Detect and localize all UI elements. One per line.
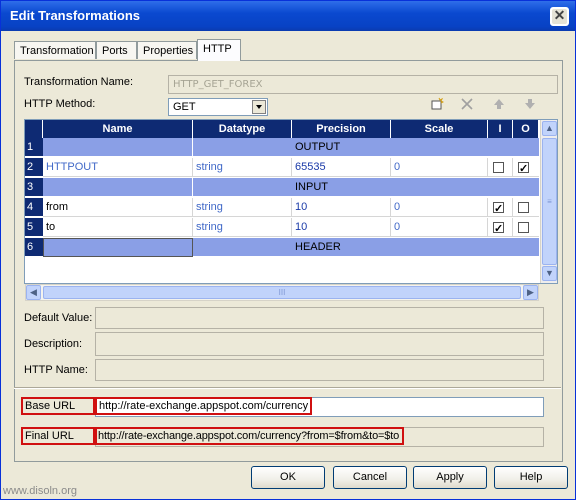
move-up-icon[interactable] bbox=[491, 97, 507, 113]
column-header-precision[interactable]: Precision bbox=[292, 120, 391, 138]
default-value-field[interactable] bbox=[95, 307, 544, 329]
column-header-scale[interactable]: Scale bbox=[391, 120, 488, 138]
scale-cell[interactable]: 0 bbox=[391, 218, 488, 237]
delete-icon[interactable] bbox=[459, 97, 475, 113]
close-icon[interactable]: ✕ bbox=[551, 7, 568, 24]
base-url-label: Base URL bbox=[25, 400, 76, 412]
transformation-name-value: HTTP_GET_FOREX bbox=[173, 79, 263, 90]
port-name-cell[interactable]: from bbox=[43, 198, 193, 217]
http-method-select[interactable]: GET bbox=[168, 98, 268, 116]
output-checkbox[interactable] bbox=[518, 222, 529, 233]
input-cell bbox=[488, 198, 513, 217]
row-number[interactable]: 5 bbox=[25, 218, 43, 237]
ok-button[interactable]: OK bbox=[251, 466, 325, 489]
grid-horizontal-scrollbar[interactable]: ◀ III ▶ bbox=[25, 284, 539, 301]
scroll-thumb[interactable]: ≡ bbox=[542, 138, 557, 265]
group-label-text: OUTPUT bbox=[295, 141, 341, 153]
chevron-down-icon[interactable] bbox=[252, 100, 266, 114]
group-row-input[interactable]: INPUT bbox=[43, 178, 539, 197]
input-checkbox[interactable] bbox=[493, 200, 504, 217]
group-label bbox=[193, 138, 292, 157]
column-header-input[interactable]: I bbox=[488, 120, 513, 138]
precision-cell[interactable]: 10 bbox=[292, 218, 391, 237]
horizontal-scroll-thumb[interactable]: III bbox=[43, 286, 521, 299]
grid-corner bbox=[25, 120, 43, 138]
column-header-output[interactable]: O bbox=[513, 120, 539, 138]
table-row[interactable]: to string 10 0 bbox=[43, 218, 539, 237]
datatype-cell[interactable]: string bbox=[193, 158, 292, 177]
precision-cell[interactable]: 65535 bbox=[292, 158, 391, 177]
cancel-button[interactable]: Cancel bbox=[333, 466, 407, 489]
scroll-up-icon[interactable]: ▲ bbox=[542, 121, 557, 136]
output-cell bbox=[513, 158, 539, 177]
apply-button[interactable]: Apply bbox=[413, 466, 487, 489]
description-label: Description: bbox=[24, 338, 83, 350]
input-checkbox[interactable] bbox=[493, 162, 504, 173]
output-cell bbox=[513, 198, 539, 217]
group-row-output[interactable]: OUTPUT bbox=[43, 138, 539, 157]
base-url-value[interactable]: http://rate-exchange.appspot.com/currenc… bbox=[99, 400, 308, 412]
port-name-cell[interactable]: to bbox=[43, 218, 193, 237]
scroll-left-icon[interactable]: ◀ bbox=[26, 285, 41, 300]
tab-transformation[interactable]: Transformation bbox=[14, 41, 96, 59]
scale-cell[interactable]: 0 bbox=[391, 158, 488, 177]
scale-cell[interactable]: 0 bbox=[391, 198, 488, 217]
row-number[interactable]: 2 bbox=[25, 158, 43, 177]
group-label-text: HEADER bbox=[295, 241, 341, 253]
default-value-label: Default Value: bbox=[24, 312, 93, 324]
close-button[interactable]: ✕ bbox=[550, 7, 569, 26]
table-row[interactable]: HTTPOUT string 65535 0 bbox=[43, 158, 539, 177]
scroll-down-icon[interactable]: ▼ bbox=[542, 266, 557, 281]
datatype-cell[interactable]: string bbox=[193, 218, 292, 237]
help-button[interactable]: Help bbox=[494, 466, 568, 489]
section-divider bbox=[14, 387, 561, 389]
description-field[interactable] bbox=[95, 332, 544, 356]
http-method-value: GET bbox=[173, 101, 196, 113]
name-cell[interactable] bbox=[43, 138, 193, 157]
output-checkbox[interactable] bbox=[518, 202, 529, 213]
move-down-icon[interactable] bbox=[522, 97, 538, 113]
tab-properties[interactable]: Properties bbox=[137, 41, 197, 59]
row-number[interactable]: 3 bbox=[25, 178, 43, 197]
row-number[interactable]: 4 bbox=[25, 198, 43, 217]
column-header-name[interactable]: Name bbox=[43, 120, 193, 138]
title-bar[interactable]: Edit Transformations ✕ bbox=[1, 1, 575, 31]
name-cell-selected[interactable] bbox=[43, 238, 193, 257]
scroll-right-icon[interactable]: ▶ bbox=[523, 285, 538, 300]
ports-grid: Name Datatype Precision Scale I O 1 OUTP… bbox=[24, 119, 558, 284]
table-row[interactable]: from string 10 0 bbox=[43, 198, 539, 217]
http-method-label: HTTP Method: bbox=[24, 98, 96, 110]
tab-ports[interactable]: Ports bbox=[96, 41, 137, 59]
output-cell bbox=[513, 218, 539, 237]
input-cell bbox=[488, 218, 513, 237]
tab-http[interactable]: HTTP bbox=[197, 39, 241, 61]
input-cell bbox=[488, 158, 513, 177]
http-name-label: HTTP Name: bbox=[24, 364, 88, 376]
new-port-icon[interactable] bbox=[429, 97, 445, 113]
output-checkbox[interactable] bbox=[518, 160, 529, 177]
input-checkbox[interactable] bbox=[493, 220, 504, 237]
group-row-header[interactable]: HEADER bbox=[43, 238, 539, 257]
port-name-cell[interactable]: HTTPOUT bbox=[43, 158, 193, 177]
final-url-value: http://rate-exchange.appspot.com/currenc… bbox=[98, 430, 400, 442]
column-header-datatype[interactable]: Datatype bbox=[193, 120, 292, 138]
precision-cell[interactable]: 10 bbox=[292, 198, 391, 217]
transformation-name-field[interactable]: HTTP_GET_FOREX bbox=[168, 75, 558, 94]
datatype-cell[interactable]: string bbox=[193, 198, 292, 217]
final-url-label: Final URL bbox=[25, 430, 74, 442]
row-number[interactable]: 1 bbox=[25, 138, 43, 157]
grid-vertical-scrollbar[interactable]: ▲ ≡ ▼ bbox=[540, 120, 557, 283]
http-name-field[interactable] bbox=[95, 359, 544, 381]
transformation-name-label: Transformation Name: bbox=[24, 76, 134, 88]
name-cell[interactable] bbox=[43, 178, 193, 197]
watermark-text: www.disoln.org bbox=[3, 485, 77, 497]
row-number[interactable]: 6 bbox=[25, 238, 43, 257]
edit-transformations-dialog: Edit Transformations ✕ Transformation Po… bbox=[0, 0, 576, 500]
window-title: Edit Transformations bbox=[10, 8, 141, 23]
group-label-text: INPUT bbox=[295, 181, 328, 193]
